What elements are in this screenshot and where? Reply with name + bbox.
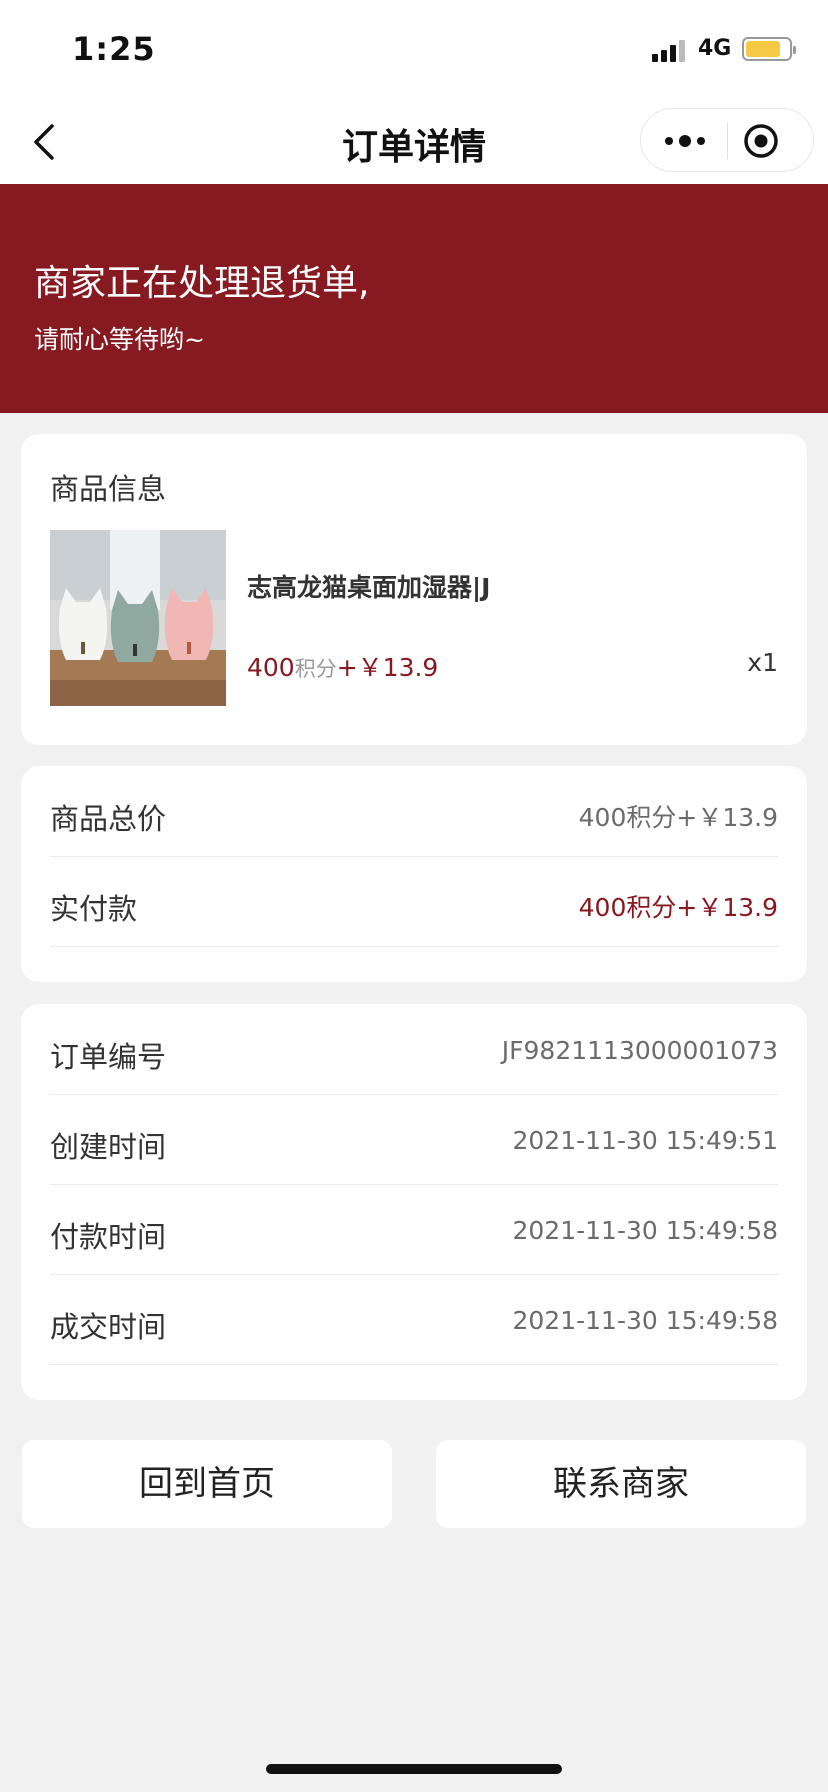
nav-bar: 订单详情 [0,100,828,184]
order-number-value[interactable]: JF9821113000001073 [502,1036,778,1065]
signal-icon [652,40,688,62]
order-info-card: 订单编号 JF9821113000001073 创建时间 2021-11-30 … [21,1004,807,1400]
paid-amount-label: 实付款 [50,892,138,926]
back-home-button[interactable]: 回到首页 [22,1440,392,1528]
product-card: 商品信息 志高龙猫桌面加湿器|J 400积分+￥13.9 x1 [21,434,807,745]
contact-merchant-button[interactable]: 联系商家 [436,1440,806,1528]
banner-sub-text: 请耐心等待哟~ [34,325,205,354]
banner-main-text: 商家正在处理退货单, [34,263,370,304]
total-price-label: 商品总价 [50,802,167,836]
product-image[interactable] [50,530,226,706]
capsule-divider [727,123,728,159]
order-number-label: 订单编号 [50,1040,167,1074]
status-banner: 商家正在处理退货单, 请耐心等待哟~ [0,184,828,413]
total-price-value: 400积分+￥13.9 [578,803,778,832]
deal-time-row: 成交时间 2021-11-30 15:49:58 [50,1274,778,1365]
target-circle-icon[interactable] [743,123,779,159]
home-indicator [266,1764,562,1774]
product-section-title: 商品信息 [50,472,167,506]
price-cash: +￥13.9 [336,653,439,682]
deal-time-value: 2021-11-30 15:49:58 [512,1306,778,1335]
deal-time-label: 成交时间 [50,1310,167,1344]
paid-amount-value: 400积分+￥13.9 [578,893,778,922]
product-name[interactable]: 志高龙猫桌面加湿器|J [247,568,490,604]
more-dots-icon[interactable] [659,123,711,159]
payment-time-row: 付款时间 2021-11-30 15:49:58 [50,1184,778,1275]
total-price-row: 商品总价 400积分+￥13.9 [50,766,778,857]
status-bar: 1:25 4G [0,0,828,100]
price-points: 400 [247,653,295,682]
payment-time-label: 付款时间 [50,1220,167,1254]
price-points-unit: 积分 [294,657,337,681]
status-time: 1:25 [72,30,156,68]
order-number-row: 订单编号 JF9821113000001073 [50,1004,778,1095]
created-time-row: 创建时间 2021-11-30 15:49:51 [50,1094,778,1185]
payment-time-value: 2021-11-30 15:49:58 [512,1216,778,1245]
price-summary-card: 商品总价 400积分+￥13.9 实付款 400积分+￥13.9 [21,766,807,982]
network-type: 4G [698,36,732,61]
product-price: 400积分+￥13.9 [247,648,438,684]
miniprogram-capsule [640,108,814,172]
created-time-value: 2021-11-30 15:49:51 [512,1126,778,1155]
product-quantity: x1 [747,648,778,677]
created-time-label: 创建时间 [50,1130,167,1164]
paid-amount-row: 实付款 400积分+￥13.9 [50,856,778,947]
battery-icon [742,37,796,61]
